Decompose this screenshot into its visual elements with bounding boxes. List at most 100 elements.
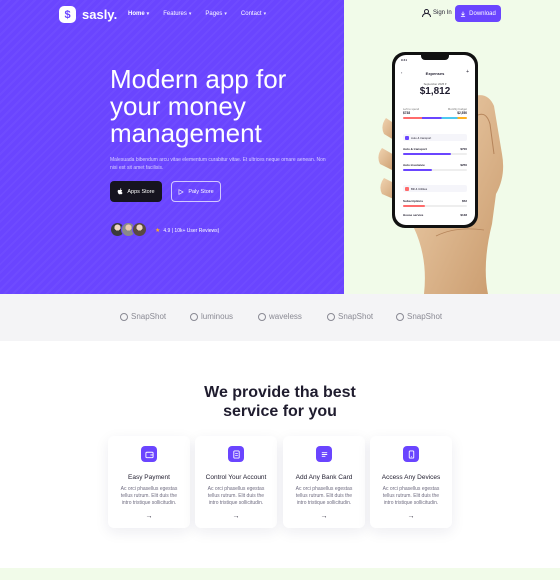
sign-in-link[interactable]: Sign In — [422, 9, 452, 17]
chevron-down-icon: ▾ — [224, 11, 227, 17]
apps-store-button[interactable]: Apps Store — [110, 181, 162, 202]
star-icon: ★ — [155, 228, 161, 234]
apple-icon — [118, 188, 123, 195]
main-nav: Home ▾ Features ▾ Pages ▾ Contact ▾ — [128, 11, 266, 17]
partner-logos-strip: SnapShot luminous waveless SnapShot Snap… — [0, 294, 560, 341]
expense-label: Auto insurance — [403, 163, 425, 167]
arrow-right-icon[interactable]: → — [283, 513, 365, 520]
nav-item-label: Features — [163, 11, 187, 17]
card-text: Ac orci phasellus egestas tellus rutrum.… — [120, 486, 178, 506]
expense-bar — [403, 169, 467, 171]
card-title: Control Your Account — [205, 474, 267, 481]
chevron-down-icon: ▾ — [146, 11, 150, 17]
expense-label: Auto & transport — [403, 147, 427, 151]
expense-bar — [403, 153, 467, 155]
luminous-icon — [190, 312, 198, 321]
hero-headline: Modern app for your money management — [110, 64, 287, 148]
services-title-line: service for you — [223, 403, 337, 420]
card-text: Ac orci phasellus egestas tellus rutrum.… — [207, 486, 265, 506]
arrow-right-icon[interactable]: → — [108, 513, 190, 520]
category-bills: Bill & Utilities — [403, 185, 467, 192]
plus-icon: + — [466, 69, 469, 75]
card-title: Easy Payment — [128, 474, 170, 481]
car-icon — [405, 135, 409, 140]
partner-name: luminous — [201, 312, 234, 321]
wallet-icon — [141, 446, 157, 462]
nav-item-label: Home — [128, 11, 145, 17]
expense-row: House service $138 — [403, 213, 467, 217]
phone-notch — [421, 55, 449, 60]
snapshot-icon — [327, 312, 335, 321]
category-label: Auto & transport — [411, 135, 432, 140]
phone-mockup: 9:41 ‹ Expenses + September 2025 ▾ $1,81… — [392, 52, 478, 228]
play-store-button[interactable]: Paly Store — [171, 181, 221, 202]
category-label: Bill & Utilities — [411, 186, 428, 191]
expense-bar — [403, 205, 467, 207]
phone-amount: $1,812 — [419, 86, 451, 97]
phone-screen: 9:41 ‹ Expenses + September 2025 ▾ $1,81… — [395, 55, 475, 225]
play-store-icon — [178, 188, 185, 195]
rating-summary: ★ 4.9 | 10k+ User Reviews) — [155, 227, 219, 235]
expense-row: Subscriptions $52 — [403, 199, 467, 203]
hero-section: $ sasly. Home ▾ Features ▾ Pages ▾ Contact ▾… — [0, 0, 560, 294]
category-auto: Auto & transport — [403, 134, 467, 141]
nav-item-features[interactable]: Features ▾ — [163, 11, 191, 17]
nav-item-contact[interactable]: Contact ▾ — [241, 11, 266, 17]
dollar-logo-icon: $ — [59, 6, 76, 23]
partner-name: SnapShot — [338, 312, 374, 321]
phone-title: Expenses — [425, 71, 445, 76]
expense-value: $250 — [460, 163, 467, 167]
nav-item-label: Contact — [240, 11, 262, 17]
nav-item-pages[interactable]: Pages ▾ — [205, 11, 227, 17]
nav-item-label: Pages — [205, 11, 223, 17]
chevron-down-icon: ▾ — [263, 11, 267, 17]
service-card-bank-card[interactable]: Add Any Bank Card Ac orci phasellus eges… — [283, 436, 365, 528]
document-icon — [228, 446, 244, 462]
partner-logo: SnapShot — [327, 312, 373, 321]
sign-in-label: Sign In — [433, 9, 452, 16]
card-title: Add Any Bank Card — [295, 474, 353, 481]
card-text: Ac orci phasellus egestas tellus rutrum.… — [382, 486, 440, 506]
phone-time: 9:41 — [401, 58, 408, 62]
phone-summary-values: $738 $2,550 — [403, 111, 467, 115]
avatar — [132, 222, 147, 237]
expense-label: Subscriptions — [403, 199, 424, 203]
snapshot-icon — [120, 312, 128, 321]
card-text: Ac orci phasellus egestas tellus rutrum.… — [295, 486, 353, 506]
expense-row: Auto insurance $250 — [403, 163, 467, 167]
budget-bar — [403, 117, 467, 119]
brand-logo[interactable]: $ sasly. — [59, 6, 117, 23]
card-title: Access Any Devices — [381, 474, 441, 481]
budget-value: $2,550 — [457, 111, 467, 115]
expense-label: House service — [403, 213, 424, 217]
partner-logo: SnapShot — [396, 312, 442, 321]
arrow-right-icon[interactable]: → — [370, 513, 452, 520]
bill-icon — [405, 186, 409, 191]
arrow-right-icon[interactable]: → — [195, 513, 277, 520]
service-card-control-account[interactable]: Control Your Account Ac orci phasellus e… — [195, 436, 277, 528]
apps-store-label: Apps Store — [127, 188, 155, 195]
service-card-easy-payment[interactable]: Easy Payment Ac orci phasellus egestas t… — [108, 436, 190, 528]
tablet-icon — [403, 446, 419, 462]
download-icon — [461, 11, 466, 17]
expense-value: $700 — [460, 147, 467, 151]
partner-name: waveless — [269, 312, 302, 321]
partner-name: SnapShot — [131, 312, 167, 321]
brand-name: sasly. — [82, 7, 118, 22]
reviewer-avatars — [110, 222, 147, 237]
partner-name: SnapShot — [407, 312, 443, 321]
snapshot-icon — [396, 312, 404, 321]
bottom-mint-band — [0, 568, 560, 580]
service-card-access-devices[interactable]: Access Any Devices Ac orci phasellus ege… — [370, 436, 452, 528]
card-icon — [316, 446, 332, 462]
waveless-icon — [258, 312, 266, 321]
partner-logo: SnapShot — [120, 312, 166, 321]
services-title: We provide tha best service for you — [0, 383, 560, 421]
partner-logo: waveless — [258, 312, 302, 321]
chevron-down-icon: ▾ — [188, 11, 192, 17]
download-label: Download — [469, 10, 496, 17]
download-button[interactable]: Download — [455, 5, 501, 22]
left-value: $738 — [403, 111, 411, 115]
hero-subtext: Malesuada bibendum arcu vitae elementum … — [110, 157, 326, 171]
nav-item-home[interactable]: Home ▾ — [128, 11, 149, 17]
